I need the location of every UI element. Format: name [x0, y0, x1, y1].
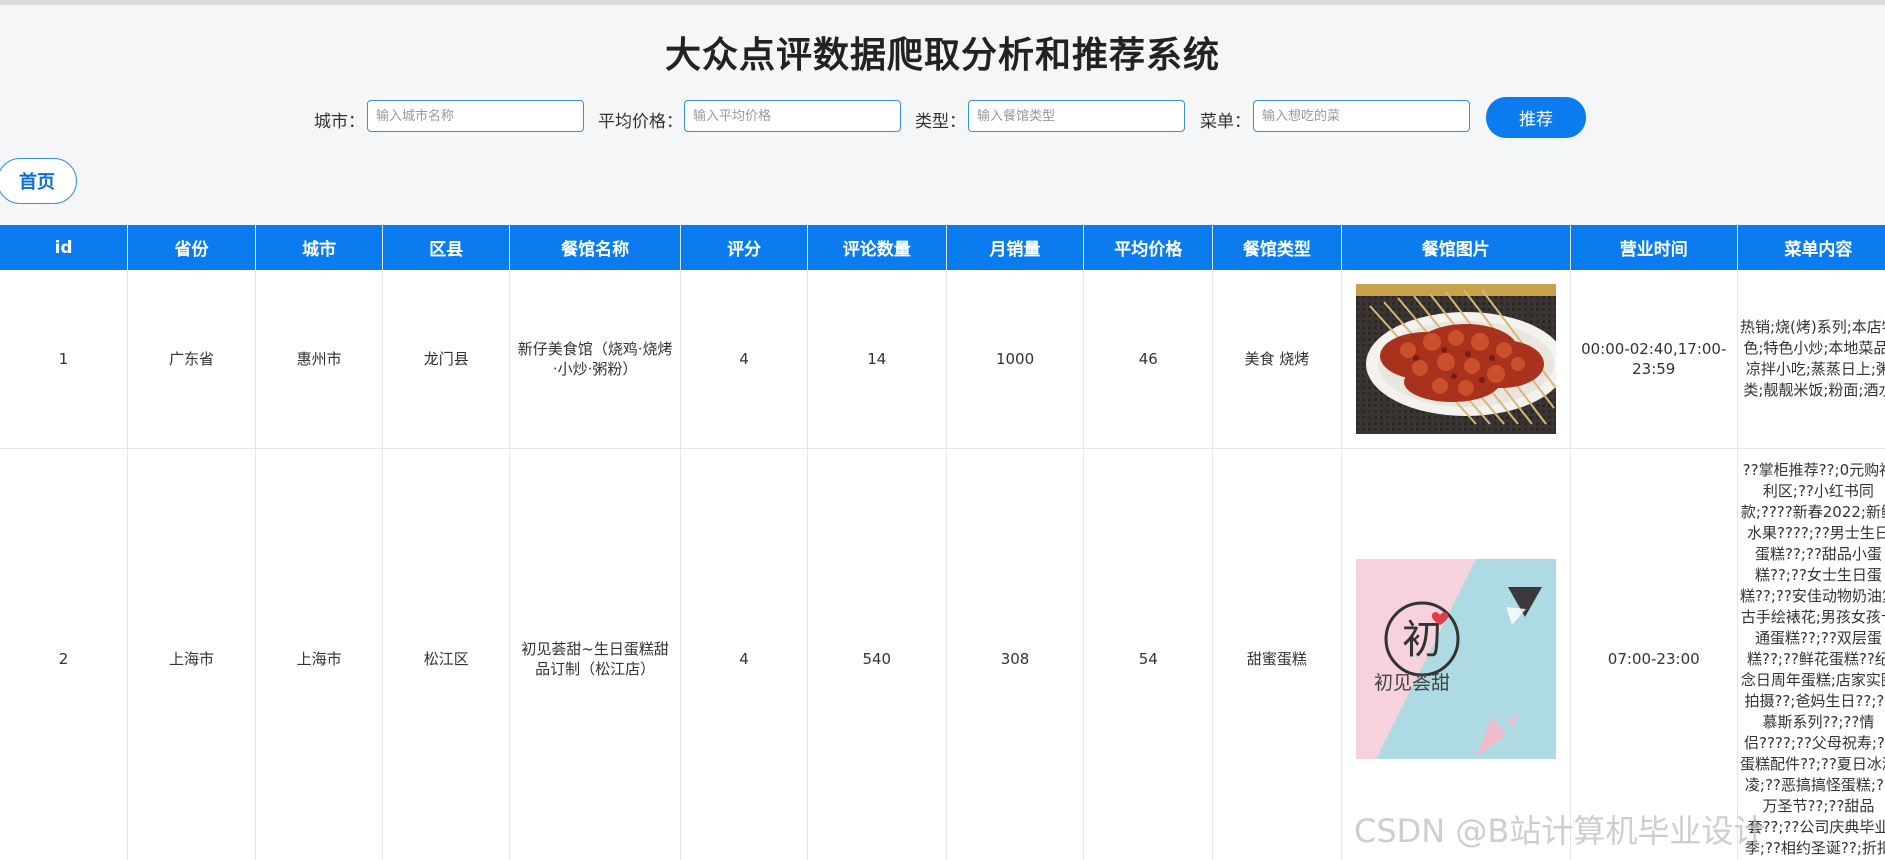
cell-reviews: 14 — [807, 270, 947, 449]
table-row: 1 广东省 惠州市 龙门县 新仔美食馆（烧鸡·烧烤·小炒·粥粉） 4 14 10… — [0, 270, 1885, 449]
col-header-name: 餐馆名称 — [509, 225, 682, 270]
cell-menu: 热销;烧(烤)系列;本店特色;特色小炒;本地菜品;凉拌小吃;蒸蒸日上;粥类;靓靓… — [1737, 270, 1885, 449]
col-header-reviews: 评论数量 — [807, 225, 947, 270]
cell-rating: 4 — [680, 270, 808, 449]
type-input[interactable] — [968, 100, 1185, 132]
cell-district: 松江区 — [382, 448, 511, 860]
cell-monthly-sales: 308 — [946, 448, 1085, 860]
price-label: 平均价格： — [598, 112, 683, 132]
col-header-province: 省份 — [127, 225, 256, 270]
cell-image: 初 初见荟甜 — [1341, 448, 1571, 860]
cell-province: 广东省 — [127, 270, 256, 449]
menu-input[interactable] — [1253, 100, 1470, 132]
logo-text: 初见荟甜 — [1374, 672, 1450, 694]
home-button[interactable]: 首页 — [0, 158, 77, 204]
cell-avg-price: 46 — [1083, 270, 1214, 449]
cell-type: 美食 烧烤 — [1212, 270, 1342, 449]
search-bar: 城市： 平均价格： 类型： 菜单： 推荐 — [0, 97, 1885, 138]
top-border — [0, 0, 1885, 5]
cell-reviews: 540 — [807, 448, 947, 860]
cell-district: 龙门县 — [382, 270, 511, 449]
cell-hours: 00:00-02:40,17:00-23:59 — [1570, 270, 1738, 449]
col-header-menu: 菜单内容 — [1737, 225, 1885, 270]
page-title: 大众点评数据爬取分析和推荐系统 — [664, 35, 1220, 76]
cell-id: 1 — [0, 270, 129, 449]
price-input[interactable] — [684, 100, 901, 132]
table-header-row: id 省份 城市 区县 餐馆名称 评分 评论数量 月销量 平均价格 餐馆类型 餐… — [0, 225, 1885, 270]
cell-type: 甜蜜蛋糕 — [1212, 448, 1342, 860]
cell-hours: 07:00-23:00 — [1570, 448, 1738, 860]
bbq-skewers-image — [1355, 284, 1556, 434]
cell-monthly-sales: 1000 — [946, 270, 1085, 449]
cell-name: 新仔美食馆（烧鸡·烧烤·小炒·粥粉） — [509, 270, 682, 449]
cell-rating: 4 — [680, 448, 808, 860]
city-label: 城市： — [314, 112, 365, 132]
cell-city: 上海市 — [255, 448, 384, 860]
restaurant-table-container: id 省份 城市 区县 餐馆名称 评分 评论数量 月销量 平均价格 餐馆类型 餐… — [0, 225, 1885, 860]
cell-city: 惠州市 — [255, 270, 384, 449]
cell-image — [1341, 270, 1571, 449]
col-header-type: 餐馆类型 — [1212, 225, 1342, 270]
restaurant-table: id 省份 城市 区县 餐馆名称 评分 评论数量 月销量 平均价格 餐馆类型 餐… — [0, 225, 1885, 860]
cake-shop-logo-image: 初 初见荟甜 — [1355, 559, 1556, 759]
col-header-hours: 营业时间 — [1570, 225, 1738, 270]
cell-province: 上海市 — [127, 448, 256, 860]
cell-name: 初见荟甜~生日蛋糕甜品订制（松江店） — [509, 448, 682, 860]
col-header-monthly-sales: 月销量 — [946, 225, 1085, 270]
type-label: 类型： — [915, 112, 966, 132]
col-header-rating: 评分 — [680, 225, 808, 270]
col-header-image: 餐馆图片 — [1341, 225, 1571, 270]
col-header-avg-price: 平均价格 — [1083, 225, 1214, 270]
cell-menu: ??掌柜推荐??;0元购福利区;??小红书同款;????新春2022;新鲜水果?… — [1737, 448, 1885, 860]
recommend-button[interactable]: 推荐 — [1486, 97, 1586, 138]
cell-id: 2 — [0, 448, 129, 860]
table-row: 2 上海市 上海市 松江区 初见荟甜~生日蛋糕甜品订制（松江店） 4 540 3… — [0, 448, 1885, 860]
logo-char: 初 — [1402, 617, 1442, 663]
cell-avg-price: 54 — [1083, 448, 1214, 860]
col-header-city: 城市 — [255, 225, 384, 270]
col-header-id: id — [0, 225, 129, 270]
menu-label: 菜单： — [1200, 112, 1251, 132]
city-input[interactable] — [367, 100, 584, 132]
col-header-district: 区县 — [382, 225, 511, 270]
